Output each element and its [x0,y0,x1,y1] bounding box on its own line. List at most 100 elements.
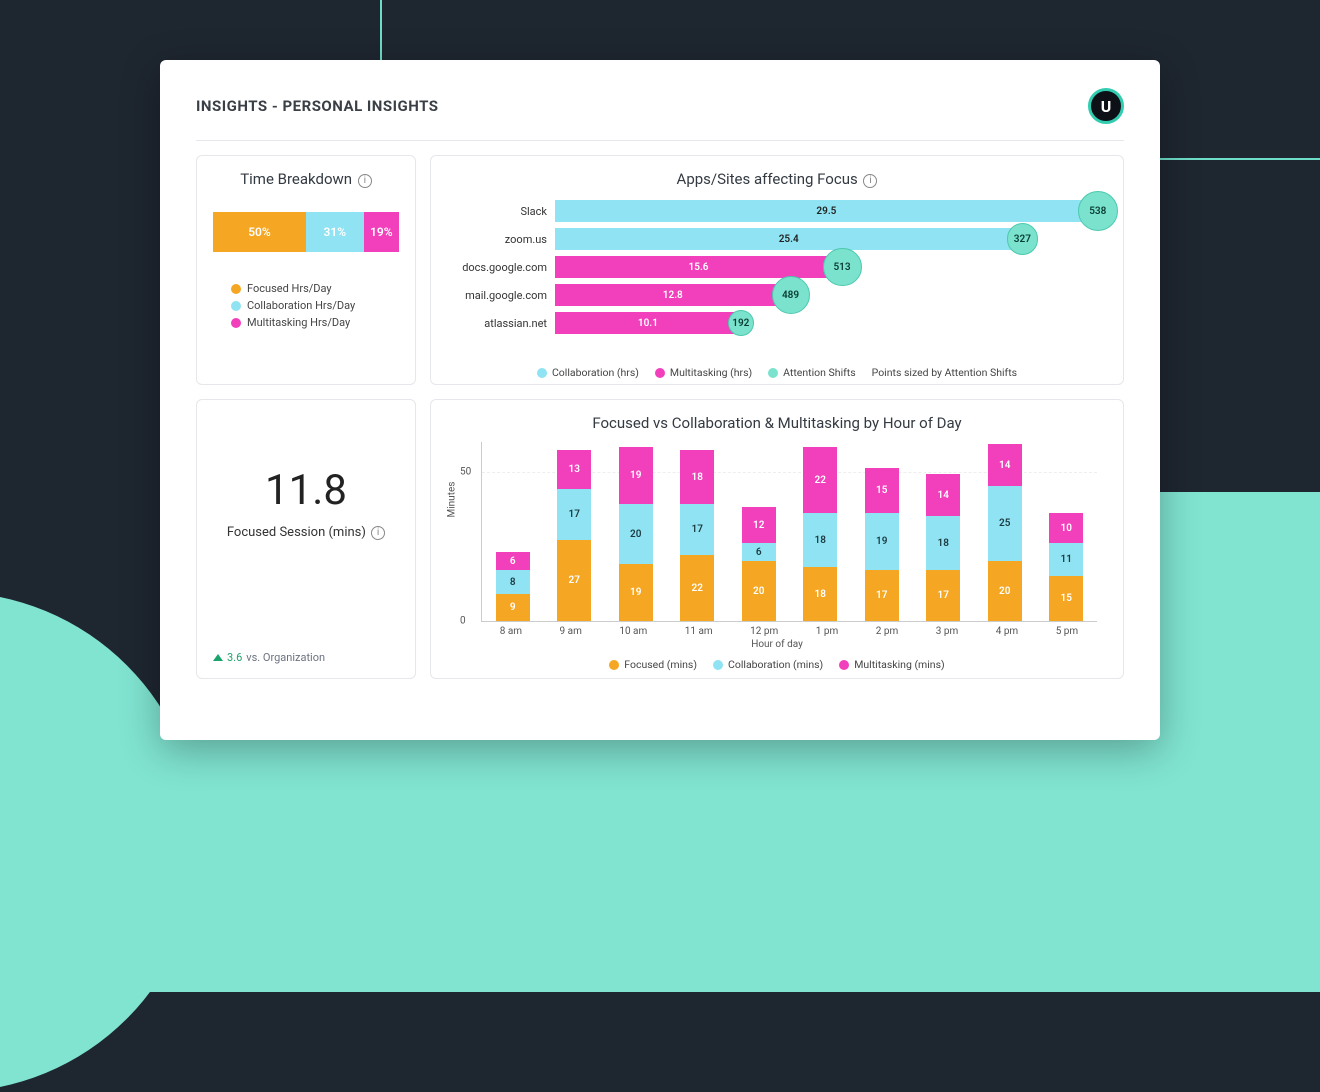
card-apps-focus: Apps/Sites affecting Focus i Slack29.553… [430,155,1124,385]
x-tick: 12 pm [750,626,778,637]
app-bar: 15.6 [555,256,842,278]
delta-value: 3.6 [227,651,242,664]
tb-seg-focused: 50% [213,212,306,252]
y-tick: 50 [460,466,471,477]
bar-seg: 17 [926,570,960,621]
bar-seg: 6 [742,543,776,561]
bar-col: 171915 [865,468,899,621]
bar-seg: 27 [557,540,591,621]
tb-seg-multitasking: 19% [364,212,399,252]
bar-col: 986 [496,552,530,621]
bars-row: 9862717131920192217182061218182217191517… [482,442,1097,621]
app-bar-area: 10.1192 [555,312,1107,334]
card-title: Apps/Sites affecting Focus i [447,170,1107,188]
app-label: docs.google.com [447,261,555,274]
bar-seg: 20 [988,561,1022,621]
app-bar-area: 12.8489 [555,284,1107,306]
delta-suffix: vs. Organization [246,651,325,664]
bar-seg: 18 [926,516,960,570]
app-bar-area: 15.6513 [555,256,1107,278]
info-icon[interactable]: i [863,174,877,188]
metric-value: 11.8 [213,466,399,515]
bar-col: 171814 [926,474,960,621]
legend-row: Focused Hrs/Day [231,282,399,295]
x-tick: 8 am [500,626,522,637]
x-axis-label: Hour of day [447,639,1107,650]
legend-text: Focused Hrs/Day [247,282,332,295]
bar-seg: 20 [619,504,653,564]
x-tick: 1 pm [816,626,839,637]
info-icon[interactable]: i [371,526,385,540]
y-tick: 0 [460,616,466,627]
attention-shift-bubble: 513 [823,248,862,287]
legend-shifts: Attention Shifts [783,366,855,379]
app-row: docs.google.com15.6513 [447,254,1107,280]
bar-seg: 19 [619,447,653,504]
bar-seg: 12 [742,507,776,543]
info-icon[interactable]: i [358,174,372,188]
x-tick: 11 am [685,626,713,637]
bar-seg: 20 [742,561,776,621]
time-breakdown-legend: Focused Hrs/Day Collaboration Hrs/Day Mult… [213,282,399,329]
app-row: mail.google.com12.8489 [447,282,1107,308]
x-tick: 5 pm [1056,626,1079,637]
app-label: atlassian.net [447,317,555,330]
app-label: mail.google.com [447,289,555,302]
legend-note: Points sized by Attention Shifts [872,366,1017,379]
legend-row: Collaboration Hrs/Day [231,299,399,312]
legend-focused: Focused (mins) [624,658,697,671]
bar-seg: 14 [926,474,960,516]
app-bar: 12.8 [555,284,791,306]
app-bar: 25.4 [555,228,1022,250]
page-title: INSIGHTS - PERSONAL INSIGHTS [196,97,439,115]
x-tick: 2 pm [876,626,899,637]
legend-multi: Multitasking (mins) [854,658,944,671]
bar-seg: 10 [1049,513,1083,543]
app-row: zoom.us25.4327 [447,226,1107,252]
bar-seg: 13 [557,450,591,489]
bar-seg: 17 [865,570,899,621]
bar-seg: 22 [680,555,714,621]
legend-multi: Multitasking (hrs) [670,366,752,379]
bar-seg: 25 [988,486,1022,561]
y-axis-label: Minutes [447,481,458,517]
bar-seg: 6 [496,552,530,570]
metric-delta: 3.6 vs. Organization [213,651,325,664]
label-text: Focused Session (mins) [227,525,366,540]
legend-row: Multitasking Hrs/Day [231,316,399,329]
attention-shift-bubble: 327 [1007,223,1038,254]
avatar[interactable]: U [1088,88,1124,124]
x-tick: 10 am [619,626,647,637]
bar-seg: 19 [865,513,899,570]
bar-col: 271713 [557,450,591,621]
card-title: Time Breakdown i [213,170,399,188]
legend-text: Collaboration Hrs/Day [247,299,355,312]
bar-col: 221718 [680,450,714,621]
legend-dot [231,318,241,328]
metric-label: Focused Session (mins) i [213,525,399,540]
bar-seg: 15 [865,468,899,513]
bar-seg: 17 [680,504,714,555]
app-row: atlassian.net10.1192 [447,310,1107,336]
legend-dot [231,301,241,311]
panel-header: INSIGHTS - PERSONAL INSIGHTS U [196,88,1124,141]
bar-seg: 19 [619,564,653,621]
attention-shift-bubble: 538 [1078,191,1118,231]
hour-of-day-legend: Focused (mins) Collaboration (mins) Mult… [447,658,1107,671]
tb-seg-collaboration: 31% [306,212,364,252]
legend-collab: Collaboration (hrs) [552,366,639,379]
attention-shift-bubble: 489 [772,276,810,314]
bar-seg: 11 [1049,543,1083,576]
bar-seg: 15 [1049,576,1083,621]
dashboard-panel: INSIGHTS - PERSONAL INSIGHTS U Time Brea… [160,60,1160,740]
x-tick: 3 pm [936,626,959,637]
time-breakdown-bar: 50%31%19% [213,212,399,252]
bar-seg: 22 [803,447,837,513]
app-label: zoom.us [447,233,555,246]
app-bar: 29.5 [555,200,1098,222]
legend-collab: Collaboration (mins) [728,658,823,671]
apps-focus-legend: Collaboration (hrs) Multitasking (hrs) A… [447,366,1107,379]
card-title: Focused vs Collaboration & Multitasking … [447,414,1107,432]
x-tick: 4 pm [996,626,1019,637]
bar-col: 202514 [988,444,1022,621]
